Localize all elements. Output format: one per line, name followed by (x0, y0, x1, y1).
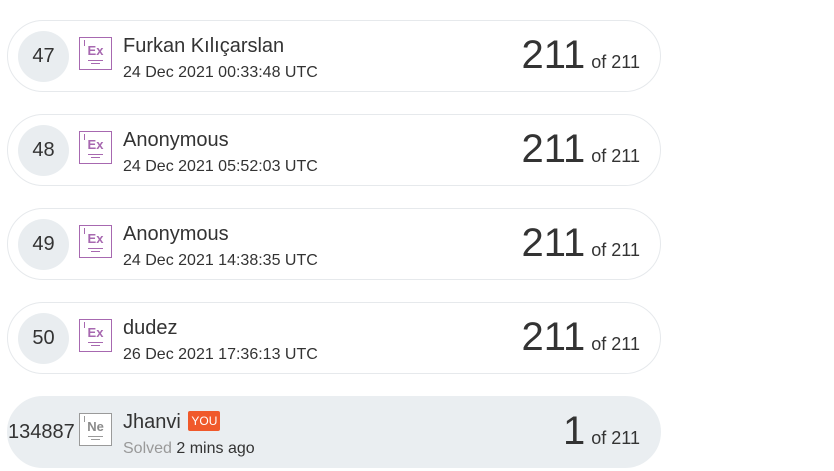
solved-date: 24 Dec 2021 14:38:35 UTC (123, 252, 318, 269)
level-badge-icon: Ne (79, 413, 112, 446)
score-value: 211 (521, 33, 586, 77)
current-user-row: 134887 Ne Jhanvi YOU Solved 2 mins ago 1… (7, 396, 661, 468)
score: 211 of 211 (522, 221, 641, 266)
level-badge-icon: Ex (79, 131, 112, 164)
solved-date: 24 Dec 2021 05:52:03 UTC (123, 158, 318, 175)
username-link[interactable]: Jhanvi YOU (123, 411, 221, 434)
level-badge-icon: Ex (79, 225, 112, 258)
username-link[interactable]: Anonymous (123, 129, 229, 152)
score: 211 of 211 (522, 127, 641, 172)
rank-badge: 48 (18, 125, 69, 176)
score-total: of 211 (591, 146, 640, 166)
level-badge-icon: Ex (79, 319, 112, 352)
score-total: of 211 (591, 428, 640, 448)
you-tag: YOU (188, 411, 221, 431)
leaderboard-row: 49 Ex Anonymous 24 Dec 2021 14:38:35 UTC… (7, 208, 661, 280)
score: 1 of 211 (563, 409, 640, 454)
leaderboard-row: 50 Ex dudez 26 Dec 2021 17:36:13 UTC 211… (7, 302, 661, 374)
solved-status: Solved 2 mins ago (123, 440, 255, 458)
score-total: of 211 (591, 240, 640, 260)
score-total: of 211 (591, 52, 640, 72)
score-value: 211 (521, 127, 586, 171)
score-total: of 211 (591, 334, 640, 354)
solved-date: 24 Dec 2021 00:33:48 UTC (123, 64, 318, 81)
score-value: 1 (563, 409, 586, 453)
rank-badge: 49 (18, 219, 69, 270)
score-value: 211 (521, 315, 586, 359)
score-value: 211 (521, 221, 586, 265)
leaderboard-row: 48 Ex Anonymous 24 Dec 2021 05:52:03 UTC… (7, 114, 661, 186)
username-link[interactable]: dudez (123, 317, 178, 340)
solved-time: 2 mins ago (176, 440, 255, 457)
leaderboard-row: 47 Ex Furkan Kılıçarslan 24 Dec 2021 00:… (7, 20, 661, 92)
solved-label: Solved (123, 440, 172, 457)
username-link[interactable]: Furkan Kılıçarslan (123, 35, 284, 58)
rank-badge: 134887 (8, 421, 75, 443)
rank-badge: 47 (18, 31, 69, 82)
score: 211 of 211 (522, 315, 641, 360)
score: 211 of 211 (522, 33, 641, 78)
username-text: Jhanvi (123, 411, 181, 433)
username-link[interactable]: Anonymous (123, 223, 229, 246)
level-badge-icon: Ex (79, 37, 112, 70)
solved-date: 26 Dec 2021 17:36:13 UTC (123, 346, 318, 363)
rank-badge: 50 (18, 313, 69, 364)
